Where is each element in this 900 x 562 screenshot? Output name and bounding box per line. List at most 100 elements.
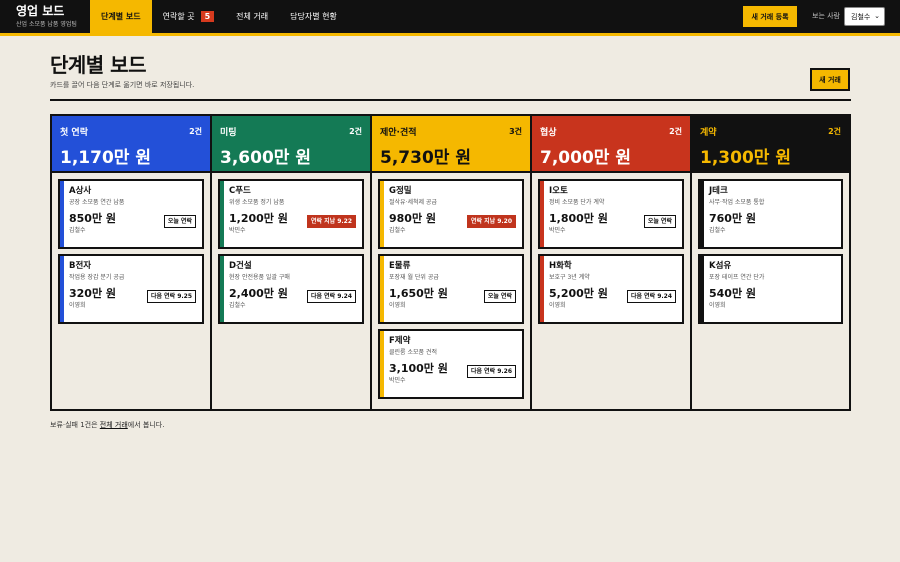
column-total: 3,600만 원 (220, 148, 311, 168)
column-header: 제안·견적 3건 5,730만 원 (372, 116, 530, 173)
contact-badge: 오늘 연락 (163, 215, 196, 228)
deal-name: D건설 (229, 261, 252, 271)
stage-board: 첫 연락 2건 1,170만 원 A상사 공장 소모품 연간 납품 850만 원… (50, 114, 851, 411)
deal-owner: 이영희 (69, 302, 86, 309)
new-deal-page-button[interactable]: 새 거래 (810, 68, 850, 91)
deal-description: 보호구 3년 계약 (549, 274, 590, 281)
column-header: 협상 2건 7,000만 원 (532, 116, 690, 173)
column-name: 협상 (540, 128, 557, 138)
contact-badge: 연락 지남 9.20 (466, 215, 516, 228)
deal-name: B전자 (69, 261, 92, 271)
contact-badge: 다음 연락 9.24 (626, 290, 676, 303)
column-count: 2건 (669, 127, 682, 136)
viewer-select[interactable]: 김철수 ⌄ (844, 7, 885, 26)
tab-by-owner[interactable]: 담당자별 현황 (279, 0, 348, 33)
deal-description: 사무·작업 소모품 통합 (709, 199, 765, 206)
viewer-label: 보는 사람 (812, 12, 840, 20)
stage-stripe (60, 256, 64, 322)
column-cards: A상사 공장 소모품 연간 납품 850만 원 김철수 오늘 연락 B전자 작업… (52, 173, 210, 324)
column-name: 첫 연락 (60, 128, 88, 138)
deal-amount: 540만 원 (709, 287, 757, 300)
column-name: 계약 (700, 128, 717, 138)
stage-column[interactable]: 협상 2건 7,000만 원 I오토 정비 소모품 단가 계약 1,800만 원… (532, 116, 692, 409)
stage-stripe (540, 256, 544, 322)
tab-label: 전체 거래 (236, 12, 269, 21)
deal-card[interactable]: K섬유 포장 테이프 연간 단가 540만 원 이영희 (698, 254, 843, 324)
column-cards: C푸드 위생 소모품 정기 납품 1,200만 원 박민수 연락 지남 9.22… (212, 173, 370, 324)
app-subtitle: 산업 소모품 납품 영업팀 (16, 21, 77, 28)
deal-card[interactable]: C푸드 위생 소모품 정기 납품 1,200만 원 박민수 연락 지남 9.22 (218, 179, 364, 249)
accent-stripe (0, 33, 900, 36)
stage-stripe (220, 181, 224, 247)
deal-owner: 박민수 (229, 227, 246, 234)
contact-badge: 연락 지남 9.22 (306, 215, 356, 228)
column-name: 미팅 (220, 128, 237, 138)
deal-name: A상사 (69, 186, 92, 196)
tab-label: 담당자별 현황 (290, 12, 337, 21)
column-count: 3건 (509, 127, 522, 136)
stage-stripe (700, 181, 704, 247)
column-total: 1,300만 원 (700, 148, 791, 168)
column-cards: J테크 사무·작업 소모품 통합 760만 원 김철수 K섬유 포장 테이프 연… (692, 173, 849, 324)
column-cards: G정밀 절삭유·세척제 공급 980만 원 김철수 연락 지남 9.20 E물류… (372, 173, 530, 399)
deal-description: 작업용 장갑 분기 공급 (69, 274, 125, 281)
deal-name: F제약 (389, 336, 411, 346)
deal-name: H화학 (549, 261, 572, 271)
deal-card[interactable]: B전자 작업용 장갑 분기 공급 320만 원 이영희 다음 연락 9.25 (58, 254, 204, 324)
deal-card[interactable]: G정밀 절삭유·세척제 공급 980만 원 김철수 연락 지남 9.20 (378, 179, 524, 249)
deal-owner: 박민수 (549, 227, 566, 234)
deal-description: 공장 소모품 연간 납품 (69, 199, 125, 206)
column-header: 계약 2건 1,300만 원 (692, 116, 849, 173)
tab-label: 단계별 보드 (101, 12, 141, 21)
deal-name: I오토 (549, 186, 568, 196)
all-deals-link[interactable]: 전체 거래 (100, 421, 128, 429)
stage-stripe (60, 181, 64, 247)
deal-owner: 김철수 (389, 227, 406, 234)
deal-name: E물류 (389, 261, 411, 271)
column-cards: I오토 정비 소모품 단가 계약 1,800만 원 박민수 오늘 연락 H화학 … (532, 173, 690, 324)
page-description: 카드를 끌어 다음 단계로 옮기면 바로 저장됩니다. (50, 81, 195, 89)
tab-all-deals[interactable]: 전체 거래 (225, 0, 279, 33)
deal-card[interactable]: F제약 클린룸 소모품 견적 3,100만 원 박민수 다음 연락 9.26 (378, 329, 524, 399)
contact-badge: 오늘 연락 (483, 290, 516, 303)
stage-stripe (220, 256, 224, 322)
deal-description: 절삭유·세척제 공급 (389, 199, 437, 206)
deal-card[interactable]: I오토 정비 소모품 단가 계약 1,800만 원 박민수 오늘 연락 (538, 179, 684, 249)
deal-description: 위생 소모품 정기 납품 (229, 199, 285, 206)
footer-suffix: 에서 봅니다. (127, 421, 165, 429)
top-nav-bar: 영업 보드 산업 소모품 납품 영업팀 단계별 보드 연락할 곳 5 전체 거래 … (0, 0, 900, 33)
stage-column[interactable]: 미팅 2건 3,600만 원 C푸드 위생 소모품 정기 납품 1,200만 원… (212, 116, 372, 409)
column-header: 첫 연락 2건 1,170만 원 (52, 116, 210, 173)
stage-column[interactable]: 첫 연락 2건 1,170만 원 A상사 공장 소모품 연간 납품 850만 원… (52, 116, 212, 409)
page-title: 단계별 보드 (50, 53, 146, 77)
tab-to-contact[interactable]: 연락할 곳 5 (152, 0, 226, 33)
deal-owner: 이영희 (389, 302, 406, 309)
deal-description: 현장 안전용품 일괄 구매 (229, 274, 290, 281)
deal-owner: 김철수 (69, 227, 86, 234)
deal-card[interactable]: J테크 사무·작업 소모품 통합 760만 원 김철수 (698, 179, 843, 249)
count-badge: 5 (200, 11, 215, 22)
contact-badge: 다음 연락 9.24 (306, 290, 356, 303)
deal-card[interactable]: H화학 보호구 3년 계약 5,200만 원 이영희 다음 연락 9.24 (538, 254, 684, 324)
stage-stripe (380, 331, 384, 397)
tab-stage-board[interactable]: 단계별 보드 (90, 0, 152, 33)
deal-card[interactable]: E물류 포장재 월 단위 공급 1,650만 원 이영희 오늘 연락 (378, 254, 524, 324)
footer-note: 보류·실패 1건은 전체 거래에서 봅니다. (50, 420, 164, 430)
app-title: 영업 보드 (16, 4, 65, 18)
stage-column[interactable]: 제안·견적 3건 5,730만 원 G정밀 절삭유·세척제 공급 980만 원 … (372, 116, 532, 409)
deal-card[interactable]: A상사 공장 소모품 연간 납품 850만 원 김철수 오늘 연락 (58, 179, 204, 249)
footer-prefix: 보류·실패 1건은 (50, 421, 100, 429)
deal-description: 정비 소모품 단가 계약 (549, 199, 605, 206)
stage-column[interactable]: 계약 2건 1,300만 원 J테크 사무·작업 소모품 통합 760만 원 김… (692, 116, 849, 409)
deal-description: 포장 테이프 연간 단가 (709, 274, 765, 281)
deal-description: 클린룸 소모품 견적 (389, 349, 437, 356)
deal-card[interactable]: D건설 현장 안전용품 일괄 구매 2,400만 원 김철수 다음 연락 9.2… (218, 254, 364, 324)
tab-label: 연락할 곳 (162, 12, 195, 21)
stage-stripe (700, 256, 704, 322)
contact-badge: 오늘 연락 (643, 215, 676, 228)
stage-stripe (380, 181, 384, 247)
brand[interactable]: 영업 보드 산업 소모품 납품 영업팀 (16, 4, 77, 29)
new-deal-button[interactable]: 새 거래 등록 (743, 6, 797, 27)
stage-stripe (540, 181, 544, 247)
contact-badge: 다음 연락 9.25 (146, 290, 196, 303)
